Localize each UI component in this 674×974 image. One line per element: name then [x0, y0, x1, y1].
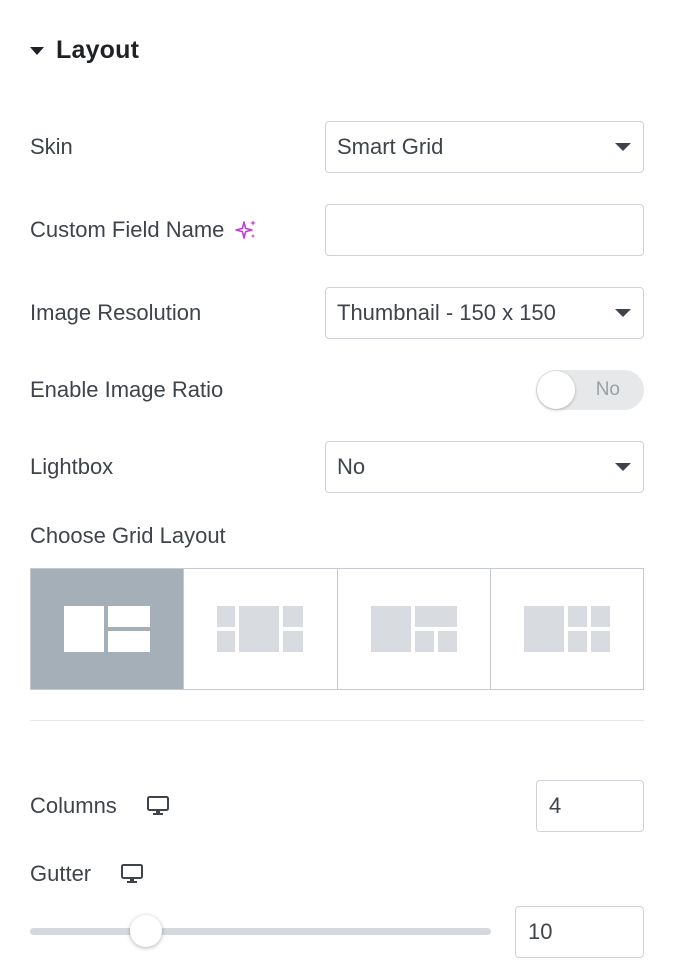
- toggle-state-text: No: [595, 379, 620, 400]
- columns-input[interactable]: 4: [536, 780, 644, 832]
- layout-section-header[interactable]: Layout: [30, 36, 139, 65]
- lightbox-value: No: [337, 454, 366, 479]
- gutter-input[interactable]: 10: [515, 906, 644, 958]
- grid-layout-label: Choose Grid Layout: [30, 523, 226, 548]
- grid-layout-1-icon: [64, 606, 151, 652]
- custom-field-name-label: Custom Field Name: [30, 217, 225, 242]
- lightbox-label: Lightbox: [30, 454, 114, 479]
- grid-layout-4-icon: [523, 606, 610, 652]
- gutter-slider-handle[interactable]: [130, 915, 162, 947]
- image-resolution-select[interactable]: Thumbnail - 150 x 150: [325, 287, 644, 339]
- grid-layout-2-icon: [217, 606, 304, 652]
- section-title: Layout: [56, 36, 140, 64]
- toggle-knob: [537, 371, 575, 409]
- image-ratio-toggle[interactable]: No: [536, 370, 644, 410]
- chevron-down-icon: [615, 463, 631, 471]
- custom-field-name-label-row: Custom Field Name: [30, 217, 258, 243]
- caret-down-icon: [30, 46, 44, 55]
- gutter-label-row: Gutter: [30, 861, 144, 887]
- columns-label: Columns: [30, 793, 117, 818]
- desktop-icon[interactable]: [146, 796, 169, 816]
- gutter-label: Gutter: [30, 861, 92, 886]
- gutter-slider-track[interactable]: [30, 928, 491, 935]
- grid-layout-option-3[interactable]: [337, 569, 491, 689]
- lightbox-select[interactable]: No: [325, 441, 644, 493]
- skin-select-value: Smart Grid: [337, 134, 444, 159]
- columns-label-row: Columns: [30, 793, 169, 819]
- skin-label: Skin: [30, 134, 73, 159]
- image-resolution-value: Thumbnail - 150 x 150: [337, 300, 556, 325]
- section-divider: [30, 720, 644, 721]
- grid-layout-3-icon: [370, 606, 457, 652]
- image-resolution-label: Image Resolution: [30, 300, 202, 325]
- chevron-down-icon: [615, 143, 631, 151]
- grid-layout-chooser: [30, 568, 644, 690]
- skin-select[interactable]: Smart Grid: [325, 121, 644, 173]
- image-ratio-label: Enable Image Ratio: [30, 377, 224, 402]
- ai-sparkle-icon[interactable]: [234, 218, 258, 242]
- grid-layout-option-4[interactable]: [490, 569, 643, 689]
- grid-layout-option-2[interactable]: [184, 569, 338, 689]
- custom-field-name-input[interactable]: [325, 204, 644, 256]
- grid-layout-option-1[interactable]: [31, 569, 185, 689]
- desktop-icon[interactable]: [121, 864, 144, 884]
- chevron-down-icon: [615, 309, 631, 317]
